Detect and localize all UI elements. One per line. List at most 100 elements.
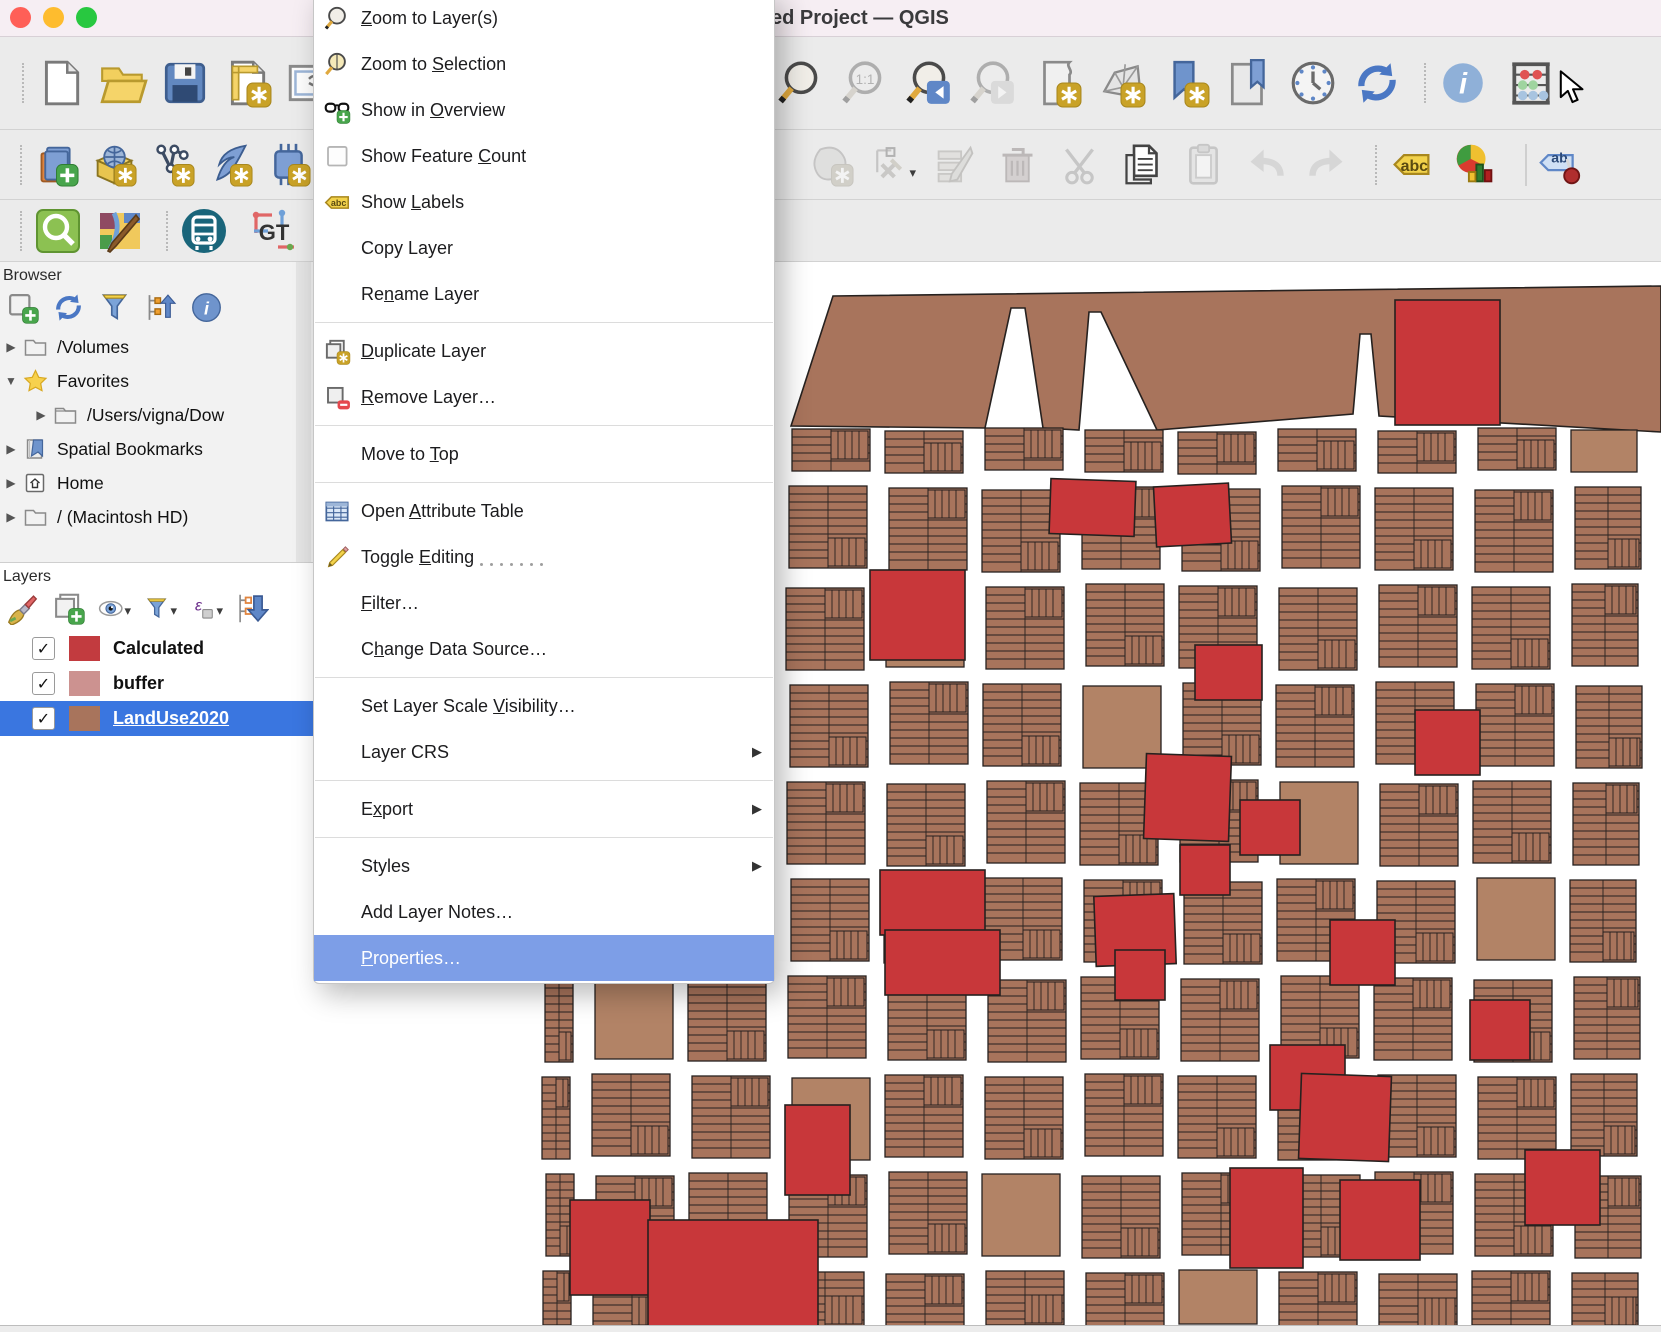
labeling-icon[interactable]: abc	[1389, 142, 1434, 187]
layer-item-calculated[interactable]: ✓ Calculated	[0, 631, 313, 666]
toolbar-separator	[22, 63, 28, 103]
menu-item-toggle-editing[interactable]: Toggle Editing	[314, 534, 774, 580]
menu-item-label: Rename Layer	[361, 283, 480, 304]
toolbar-separator	[166, 210, 172, 251]
new-print-layout-icon[interactable]	[222, 58, 272, 108]
data-source-manager-icon[interactable]	[34, 142, 79, 187]
menu-item-show-labels[interactable]: abc Show Labels	[314, 179, 774, 225]
dropdown-arrow-icon[interactable]: ▾	[216, 603, 223, 625]
layer-visibility-checkbox[interactable]: ✓	[32, 637, 55, 660]
osm-search-icon[interactable]	[34, 207, 82, 255]
menu-item-set-layer-scale-visibility[interactable]: Set Layer Scale Visibility…	[314, 683, 774, 729]
menu-item-copy-layer[interactable]: Copy Layer	[314, 225, 774, 271]
new-3d-map-icon[interactable]	[1096, 58, 1146, 108]
map-themes-icon[interactable]: ▾	[98, 592, 131, 625]
menu-item-zoom-to-layer-s[interactable]: Zoom to Layer(s)	[314, 0, 774, 41]
menu-item-zoom-to-selection[interactable]: Zoom to Selection	[314, 41, 774, 87]
show-labels-icon: abc	[322, 189, 352, 216]
new-shapefile-icon[interactable]	[150, 142, 195, 187]
chevron-right-icon[interactable]: ▶	[4, 476, 18, 490]
new-memory-layer-icon[interactable]	[266, 142, 311, 187]
menu-item-rename-layer[interactable]: Rename Layer	[314, 271, 774, 317]
menu-item-filter[interactable]: Filter…	[314, 580, 774, 626]
current-edits-icon[interactable]	[809, 142, 854, 187]
refresh-browser-icon[interactable]	[52, 291, 85, 324]
collapse-tree-icon[interactable]	[144, 291, 177, 324]
menu-item-show-in-overview[interactable]: Show in Overview	[314, 87, 774, 133]
gtfs-bus-icon[interactable]	[180, 207, 228, 255]
expand-tree-icon[interactable]	[236, 592, 269, 625]
dropdown-arrow-icon[interactable]: ▾	[124, 603, 131, 625]
menu-item-move-to-top[interactable]: Move to Top	[314, 431, 774, 477]
chevron-right-icon[interactable]: ▶	[4, 510, 18, 524]
new-geopackage-icon[interactable]	[92, 142, 137, 187]
menu-item-styles[interactable]: Styles ▶	[314, 843, 774, 889]
new-layout-icon[interactable]	[1032, 58, 1082, 108]
chevron-right-icon[interactable]: ▶	[4, 442, 18, 456]
temporal-controller-icon[interactable]	[1288, 58, 1338, 108]
zoom-next-icon[interactable]	[968, 58, 1018, 108]
delete-selected-icon[interactable]	[995, 142, 1040, 187]
layer-item-landuse2020[interactable]: ✓ LandUse2020	[0, 701, 313, 736]
statistical-summary-icon[interactable]	[1506, 58, 1556, 108]
filter-browser-icon[interactable]	[98, 291, 131, 324]
chevron-right-icon[interactable]: ▶	[4, 340, 18, 354]
add-layer-icon[interactable]	[6, 291, 39, 324]
menu-item-change-data-source[interactable]: Change Data Source…	[314, 626, 774, 672]
cut-icon[interactable]	[1057, 142, 1102, 187]
browser-properties-icon[interactable]: i	[190, 291, 223, 324]
new-project-icon[interactable]	[36, 58, 86, 108]
menu-item-add-layer-notes[interactable]: Add Layer Notes…	[314, 889, 774, 935]
menu-item-layer-crs[interactable]: Layer CRS ▶	[314, 729, 774, 775]
menu-item-show-feature-count[interactable]: Show Feature Count	[314, 133, 774, 179]
layer-visibility-checkbox[interactable]: ✓	[32, 707, 55, 730]
open-project-icon[interactable]	[98, 58, 148, 108]
quickmap-icon[interactable]	[96, 207, 144, 255]
layer-item-buffer[interactable]: ✓ buffer	[0, 666, 313, 701]
paste-icon[interactable]	[1181, 142, 1226, 187]
zoom-full-icon[interactable]	[776, 58, 826, 108]
redo-icon[interactable]	[1305, 142, 1350, 187]
map-tips-icon[interactable]: ab	[1537, 142, 1582, 187]
layer-color-swatch	[69, 671, 100, 696]
dropdown-arrow-icon[interactable]: ▾	[170, 603, 177, 625]
styling-icon[interactable]	[6, 592, 39, 625]
menu-item-label: Show Feature Count	[361, 145, 527, 166]
chevron-right-icon[interactable]: ▶	[34, 408, 48, 422]
menu-item-label: Zoom to Layer(s)	[361, 7, 499, 28]
svg-text:GT: GT	[259, 220, 290, 245]
menu-item-export[interactable]: Export ▶	[314, 786, 774, 832]
undo-icon[interactable]	[1243, 142, 1288, 187]
chevron-down-icon[interactable]: ▼	[4, 374, 18, 388]
diagrams-icon[interactable]	[1452, 142, 1497, 187]
show-bookmarks-icon[interactable]	[1224, 58, 1274, 108]
new-bookmark-icon[interactable]	[1160, 58, 1210, 108]
save-project-icon[interactable]	[160, 58, 210, 108]
menu-item-label: Zoom to Selection	[361, 53, 507, 74]
toolbar-separator	[1424, 63, 1430, 103]
add-group-icon[interactable]	[52, 592, 85, 625]
filter-legend-icon[interactable]: ▾	[144, 592, 177, 625]
identify-features-icon[interactable]: i	[1438, 58, 1488, 108]
panel-splitter-handle[interactable]	[480, 560, 556, 568]
zoom-last-icon[interactable]	[904, 58, 954, 108]
new-virtual-layer-icon[interactable]	[208, 142, 253, 187]
filter-expression-icon[interactable]: ε ▾	[190, 592, 223, 625]
svg-text:i: i	[1459, 68, 1468, 100]
menu-item-remove-layer[interactable]: Remove Layer…	[314, 374, 774, 420]
menu-item-open-attribute-table[interactable]: Open Attribute Table	[314, 488, 774, 534]
gtfs-go-icon[interactable]: GT	[250, 207, 298, 255]
layer-visibility-checkbox[interactable]: ✓	[32, 672, 55, 695]
toolbar-row-3: GT	[0, 200, 1661, 262]
copy-icon[interactable]	[1119, 142, 1164, 187]
zoom-native-icon[interactable]: 1:1	[840, 58, 890, 108]
refresh-icon[interactable]	[1352, 58, 1402, 108]
menu-item-duplicate-layer[interactable]: Duplicate Layer	[314, 328, 774, 374]
menu-item-label: Properties…	[361, 947, 462, 968]
vertex-tool-icon[interactable]: ▾	[871, 142, 916, 187]
menu-item-properties[interactable]: Properties…	[314, 935, 774, 981]
layer-color-swatch	[69, 706, 100, 731]
dropdown-arrow-icon[interactable]: ▾	[909, 165, 916, 187]
browser-scrollbar[interactable]	[296, 262, 311, 562]
modify-attributes-icon[interactable]	[933, 142, 978, 187]
